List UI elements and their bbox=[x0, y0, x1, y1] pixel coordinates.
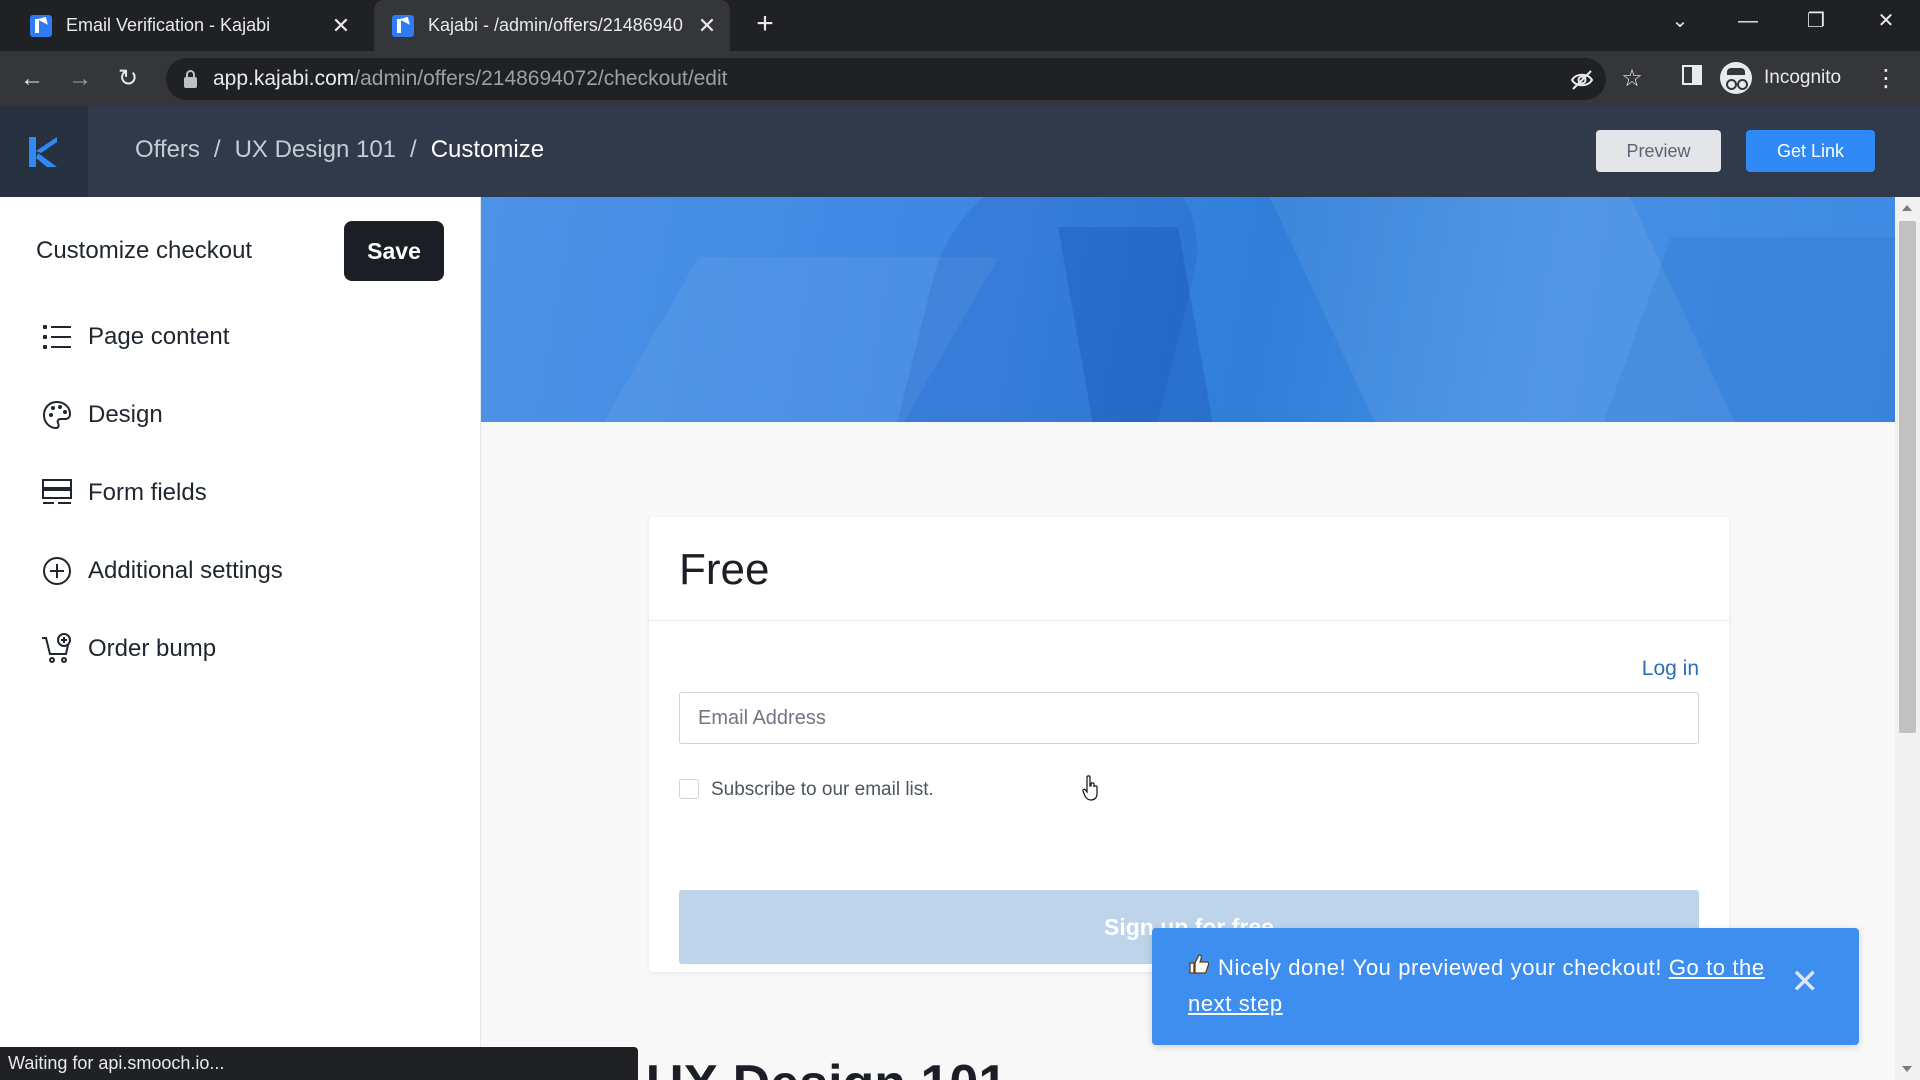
sidebar-item-label: Page content bbox=[88, 323, 230, 350]
kajabi-favicon-icon bbox=[392, 14, 414, 37]
plus-circle-icon bbox=[40, 554, 74, 588]
scroll-down-arrow-icon[interactable] bbox=[1902, 1066, 1912, 1072]
browser-tab-bar: Email Verification - Kajabi ✕ Kajabi - /… bbox=[0, 0, 1920, 51]
forward-arrow-icon[interactable]: → bbox=[60, 59, 100, 99]
breadcrumb: Offers / UX Design 101 / Customize bbox=[135, 136, 544, 164]
sidebar-item-label: Design bbox=[88, 401, 163, 428]
preview-button[interactable]: Preview bbox=[1596, 130, 1721, 172]
sidebar-item-design[interactable]: Design bbox=[40, 395, 163, 435]
close-tab-icon[interactable]: ✕ bbox=[326, 13, 356, 39]
kajabi-logo[interactable] bbox=[0, 106, 88, 197]
sidebar-item-label: Order bump bbox=[88, 635, 217, 662]
incognito-label: Incognito bbox=[1764, 67, 1842, 88]
eye-off-icon[interactable] bbox=[1570, 69, 1594, 97]
new-tab-icon[interactable]: + bbox=[748, 8, 782, 42]
browser-menu-icon[interactable]: ⋮ bbox=[1866, 59, 1906, 99]
kajabi-k-icon bbox=[29, 137, 57, 167]
card-divider bbox=[649, 620, 1729, 621]
browser-toolbar: ← → ↻ app.kajabi.com/admin/offers/214869… bbox=[0, 51, 1920, 106]
checkout-banner-image bbox=[481, 197, 1895, 422]
breadcrumb-separator: / bbox=[213, 136, 221, 163]
email-field[interactable] bbox=[679, 692, 1699, 744]
scroll-up-arrow-icon[interactable] bbox=[1902, 205, 1912, 211]
success-toast: Nicely done! You previewed your checkout… bbox=[1152, 928, 1859, 1045]
breadcrumb-offer-name[interactable]: UX Design 101 bbox=[235, 136, 396, 164]
restore-window-icon[interactable]: ❐ bbox=[1786, 0, 1846, 44]
breadcrumb-offers[interactable]: Offers bbox=[135, 136, 200, 164]
preview-scrollbar[interactable] bbox=[1895, 197, 1920, 1080]
sidebar-item-order-bump[interactable]: Order bump bbox=[40, 629, 216, 669]
side-panel-icon[interactable] bbox=[1672, 59, 1712, 99]
subscribe-checkbox[interactable] bbox=[679, 779, 699, 799]
tab-title: Kajabi - /admin/offers/21486940 bbox=[428, 15, 683, 35]
subscribe-label: Subscribe to our email list. bbox=[711, 779, 934, 800]
toast-text: Nicely done! You previewed your checkout… bbox=[1218, 955, 1663, 980]
palette-icon bbox=[40, 398, 74, 432]
breadcrumb-separator: / bbox=[410, 136, 417, 163]
app-header: Offers / UX Design 101 / Customize Previ… bbox=[0, 106, 1920, 197]
hand-cursor-icon bbox=[1082, 775, 1098, 801]
url-text: app.kajabi.com/admin/offers/2148694072/c… bbox=[213, 67, 728, 90]
checkout-card: Free Log in Subscribe to our email list.… bbox=[649, 517, 1729, 972]
sidebar-item-additional-settings[interactable]: Additional settings bbox=[40, 551, 283, 591]
close-tab-icon[interactable]: ✕ bbox=[692, 13, 722, 39]
scrollbar-thumb[interactable] bbox=[1899, 221, 1916, 733]
browser-status-bubble: Waiting for api.smooch.io... bbox=[0, 1047, 638, 1080]
reload-icon[interactable]: ↻ bbox=[108, 59, 148, 99]
sidebar-item-form-fields[interactable]: Form fields bbox=[40, 473, 207, 513]
incognito-profile-button[interactable]: Incognito bbox=[1720, 58, 1841, 98]
close-toast-icon[interactable]: ✕ bbox=[1791, 962, 1820, 1002]
tab-search-chevron-icon[interactable]: ⌄ bbox=[1650, 0, 1710, 44]
form-fields-icon bbox=[40, 476, 74, 510]
lock-icon[interactable] bbox=[184, 69, 197, 88]
browser-tab-kajabi-admin[interactable]: Kajabi - /admin/offers/21486940 ✕ bbox=[374, 0, 730, 51]
product-title: UX Design 101 bbox=[646, 1054, 1007, 1080]
price-label: Free bbox=[679, 545, 770, 594]
cart-plus-icon bbox=[40, 632, 74, 666]
thumbs-up-icon bbox=[1188, 950, 1210, 986]
address-bar[interactable]: app.kajabi.com/admin/offers/2148694072/c… bbox=[166, 58, 1606, 100]
incognito-icon bbox=[1720, 62, 1752, 94]
minimize-window-icon[interactable]: — bbox=[1718, 0, 1778, 44]
sidebar-item-page-content[interactable]: Page content bbox=[40, 317, 229, 357]
get-link-button[interactable]: Get Link bbox=[1746, 130, 1875, 172]
kajabi-favicon-icon bbox=[30, 14, 52, 37]
save-button[interactable]: Save bbox=[344, 221, 444, 281]
sidebar-item-label: Form fields bbox=[88, 479, 207, 506]
tab-title: Email Verification - Kajabi bbox=[66, 15, 271, 35]
list-icon bbox=[40, 320, 74, 354]
breadcrumb-current: Customize bbox=[430, 136, 545, 163]
close-window-icon[interactable]: ✕ bbox=[1856, 0, 1916, 44]
back-arrow-icon[interactable]: ← bbox=[12, 59, 52, 99]
toast-message: Nicely done! You previewed your checkout… bbox=[1188, 950, 1768, 1022]
sidebar-item-label: Additional settings bbox=[88, 557, 283, 584]
bookmark-star-icon[interactable]: ☆ bbox=[1612, 59, 1652, 99]
login-link[interactable]: Log in bbox=[1642, 657, 1699, 681]
sidebar-title: Customize checkout bbox=[36, 237, 253, 264]
browser-tab-email-verification[interactable]: Email Verification - Kajabi ✕ bbox=[12, 0, 364, 51]
customize-sidebar: Customize checkout Save Page content Des… bbox=[0, 197, 481, 1080]
